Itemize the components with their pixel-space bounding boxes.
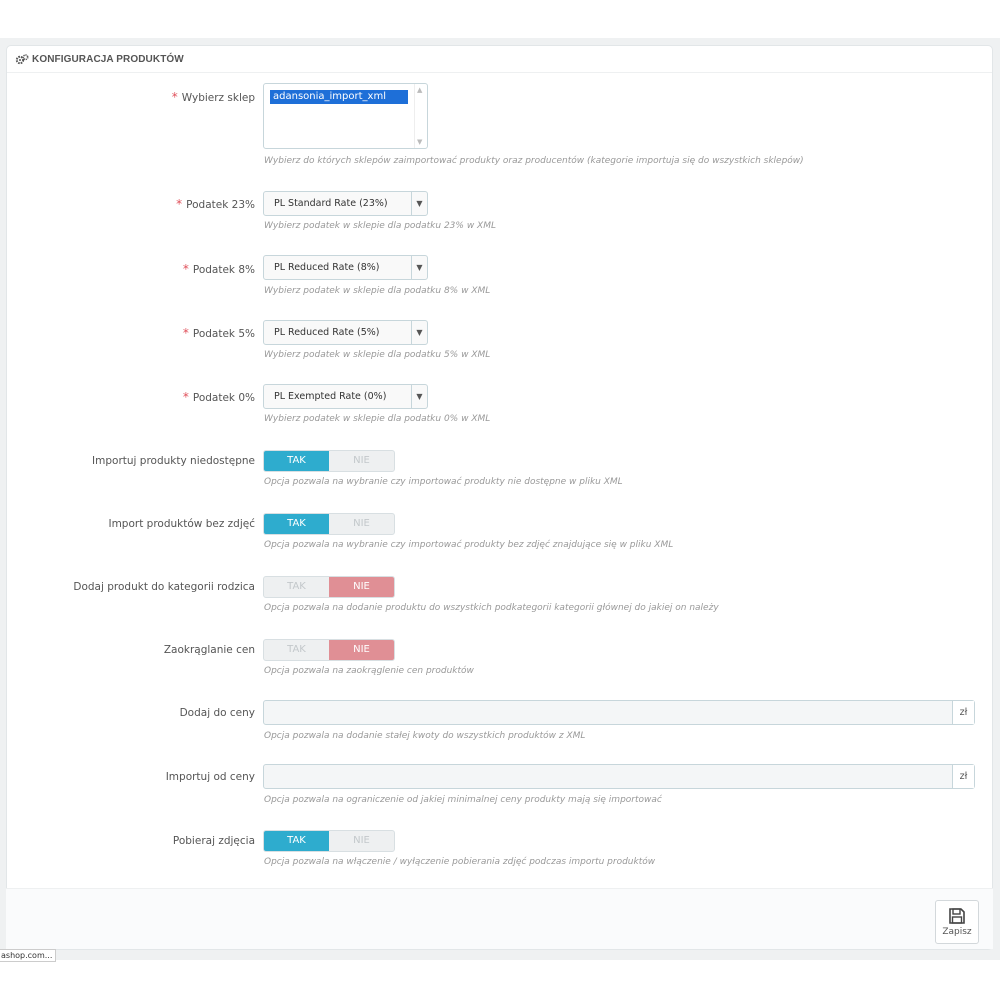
add-to-price-help: Opcja pozwala na dodanie stałej kwoty do… <box>264 731 586 741</box>
chevron-down-icon[interactable]: ▼ <box>411 192 427 215</box>
round-prices-label: Zaokrąglanie cen <box>163 644 255 656</box>
tax0-label-text: Podatek 0% <box>192 392 255 404</box>
scroll-up-icon[interactable]: ▲ <box>417 86 422 94</box>
add-to-price-input[interactable]: zł <box>263 700 975 725</box>
panel-footer: Zapisz <box>6 888 993 949</box>
chevron-down-icon[interactable]: ▼ <box>411 385 427 408</box>
chevron-down-icon[interactable]: ▼ <box>411 321 427 344</box>
import-unavailable-help: Opcja pozwala na wybranie czy importować… <box>264 477 623 487</box>
download-images-toggle[interactable]: TAK NIE <box>263 830 395 852</box>
tax5-label: * Podatek 5% <box>183 326 255 340</box>
toggle-no[interactable]: NIE <box>329 577 394 597</box>
toggle-yes[interactable]: TAK <box>264 451 329 471</box>
import-from-price-label: Importuj od ceny <box>165 771 255 783</box>
required-marker: * <box>171 90 178 104</box>
shop-multiselect[interactable]: adansonia_import_xml ▲ ▼ <box>263 83 428 149</box>
scroll-down-icon[interactable]: ▼ <box>417 138 422 146</box>
tax5-label-text: Podatek 5% <box>192 328 255 340</box>
tax23-help: Wybierz podatek w sklepie dla podatku 23… <box>264 221 496 231</box>
toggle-yes[interactable]: TAK <box>264 640 329 660</box>
required-marker: * <box>176 197 183 211</box>
toggle-yes[interactable]: TAK <box>264 831 329 851</box>
shop-help: Wybierz do których sklepów zaimportować … <box>264 156 804 166</box>
tax0-select[interactable]: PL Exempted Rate (0%) ▼ <box>263 384 428 409</box>
tax5-select[interactable]: PL Reduced Rate (5%) ▼ <box>263 320 428 345</box>
currency-suffix: zł <box>952 701 974 724</box>
download-images-help: Opcja pozwala na włączenie / wyłączenie … <box>264 857 656 867</box>
required-marker: * <box>182 326 189 340</box>
shop-label: * Wybierz sklep <box>172 90 255 104</box>
import-unavailable-toggle[interactable]: TAK NIE <box>263 450 395 472</box>
toggle-no[interactable]: NIE <box>329 451 394 471</box>
add-parent-category-label: Dodaj produkt do kategorii rodzica <box>73 581 255 593</box>
tax0-help: Wybierz podatek w sklepie dla podatku 0%… <box>264 414 491 424</box>
save-label: Zapisz <box>942 927 972 937</box>
toggle-no[interactable]: NIE <box>329 514 394 534</box>
round-prices-toggle[interactable]: TAK NIE <box>263 639 395 661</box>
tax8-help: Wybierz podatek w sklepie dla podatku 8%… <box>264 286 491 296</box>
tax0-label: * Podatek 0% <box>183 390 255 404</box>
import-from-price-help: Opcja pozwala na ograniczenie od jakiej … <box>264 795 662 805</box>
add-parent-category-help: Opcja pozwala na dodanie produktu do wsz… <box>264 603 719 613</box>
import-unavailable-label: Importuj produkty niedostępne <box>92 455 255 467</box>
toggle-no[interactable]: NIE <box>329 640 394 660</box>
import-no-images-label: Import produktów bez zdjęć <box>108 518 255 530</box>
tax0-value: PL Exempted Rate (0%) <box>274 391 387 402</box>
toggle-no[interactable]: NIE <box>329 831 394 851</box>
browser-status-bar: ashop.com... <box>0 949 56 962</box>
shop-label-text: Wybierz sklep <box>181 92 255 104</box>
tax23-label-text: Podatek 23% <box>186 199 255 211</box>
tax5-value: PL Reduced Rate (5%) <box>274 327 380 338</box>
tax8-value: PL Reduced Rate (8%) <box>274 262 380 273</box>
toggle-yes[interactable]: TAK <box>264 577 329 597</box>
add-parent-category-toggle[interactable]: TAK NIE <box>263 576 395 598</box>
required-marker: * <box>182 262 189 276</box>
shop-option-selected[interactable]: adansonia_import_xml <box>270 90 408 104</box>
tax23-label: * Podatek 23% <box>176 197 255 211</box>
tax23-select[interactable]: PL Standard Rate (23%) ▼ <box>263 191 428 216</box>
tax5-help: Wybierz podatek w sklepie dla podatku 5%… <box>264 350 491 360</box>
tax23-value: PL Standard Rate (23%) <box>274 198 388 209</box>
save-button[interactable]: Zapisz <box>935 900 979 944</box>
download-images-label: Pobieraj zdjęcia <box>172 835 255 847</box>
scrollbar[interactable]: ▲ ▼ <box>414 84 427 148</box>
chevron-down-icon[interactable]: ▼ <box>411 256 427 279</box>
round-prices-help: Opcja pozwala na zaokrąglenie cen produk… <box>264 666 474 676</box>
import-no-images-help: Opcja pozwala na wybranie czy importować… <box>264 540 674 550</box>
panel-heading: KONFIGURACJA PRODUKTÓW <box>7 46 992 73</box>
currency-suffix: zł <box>952 765 974 788</box>
tax8-select[interactable]: PL Reduced Rate (8%) ▼ <box>263 255 428 280</box>
floppy-disk-icon <box>949 908 965 924</box>
tax8-label-text: Podatek 8% <box>192 264 255 276</box>
panel-title: KONFIGURACJA PRODUKTÓW <box>32 53 184 65</box>
cogs-icon <box>15 53 29 64</box>
toggle-yes[interactable]: TAK <box>264 514 329 534</box>
import-no-images-toggle[interactable]: TAK NIE <box>263 513 395 535</box>
tax8-label: * Podatek 8% <box>183 262 255 276</box>
add-to-price-label: Dodaj do ceny <box>179 707 255 719</box>
import-from-price-input[interactable]: zł <box>263 764 975 789</box>
required-marker: * <box>182 390 189 404</box>
configuration-panel: KONFIGURACJA PRODUKTÓW <box>6 45 993 950</box>
